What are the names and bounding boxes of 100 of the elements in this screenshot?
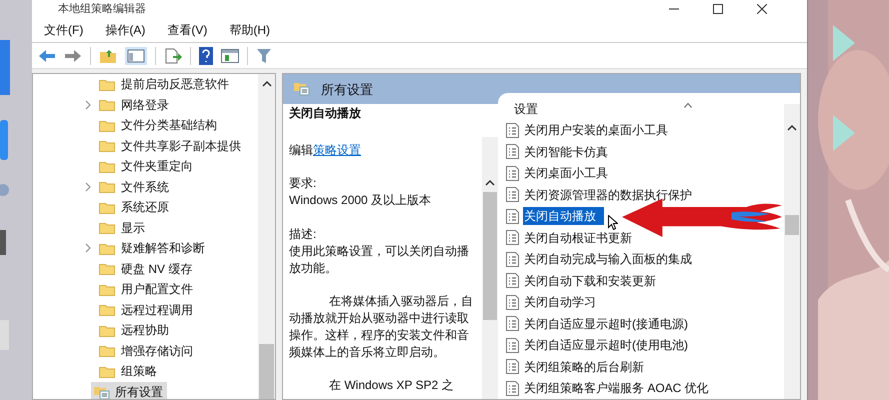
settings-list-item[interactable]: 关闭资源管理器的数据执行保护 (506, 184, 697, 206)
folder-icon (99, 221, 115, 234)
maximize-icon[interactable] (713, 4, 723, 14)
policy-title: 关闭自动播放 (289, 105, 362, 122)
tree-item-label: 文件分类基础结构 (121, 117, 217, 134)
settings-list-item[interactable]: 关闭用户安装的桌面小工具 (506, 120, 673, 141)
tree-item-label: 显示 (121, 220, 145, 237)
tree-item-label: 疑难解答和诊断 (121, 240, 205, 258)
menu-item[interactable]: 查看(V) (167, 21, 208, 39)
cursor-icon (608, 215, 618, 230)
settings-list-item[interactable]: 关闭自动完成与输入面板的集成 (506, 248, 697, 270)
chevron-right-icon[interactable] (85, 182, 91, 192)
scrollbar[interactable] (258, 74, 275, 399)
document-icon (506, 252, 519, 267)
tree-item[interactable]: 文件共享影子副本提供 (33, 136, 258, 156)
tree-item[interactable]: 用户配置文件 (33, 279, 258, 300)
document-icon (506, 359, 519, 374)
settings-list-item[interactable]: 关闭桌面小工具 (506, 162, 613, 184)
document-icon (506, 294, 519, 310)
settings-list-item[interactable]: 关闭自适应显示超时(接通电源) (506, 313, 693, 334)
tree-item-label: 文件夹重定向 (121, 158, 193, 176)
tree-item-label: 系统还原 (121, 199, 169, 216)
scroll-up-icon[interactable] (262, 80, 272, 87)
tree-item[interactable]: 提前启动反恶意软件 (33, 74, 258, 94)
settings-list-item[interactable]: 关闭自动学习 (506, 292, 601, 313)
folder-icon (99, 200, 115, 214)
policy-settings-link[interactable]: 策略设置 (313, 143, 361, 157)
scroll-up-icon[interactable] (787, 124, 797, 131)
menu-item[interactable]: 帮助(H) (229, 21, 270, 39)
tree-item-label: 用户配置文件 (121, 281, 193, 298)
tree-item[interactable]: 文件夹重定向 (33, 156, 258, 176)
window-title: 本地组策略编辑器 (58, 2, 146, 17)
settings-list-item[interactable]: 关闭自动下载和安装更新 (506, 270, 661, 292)
menu-item[interactable]: 文件(F) (44, 21, 84, 39)
tree-item[interactable]: 疑难解答和诊断 (33, 238, 258, 258)
chevron-right-icon[interactable] (85, 243, 91, 254)
scrollbar[interactable] (482, 137, 498, 399)
menu-item[interactable]: 操作(A) (105, 21, 146, 39)
tree-item-label: 增强存储访问 (121, 342, 193, 360)
close-icon[interactable] (757, 4, 767, 14)
settings-list-item[interactable]: 关闭自动根证书更新 (506, 227, 637, 248)
export-icon[interactable] (164, 48, 182, 64)
filter-icon[interactable] (256, 48, 272, 64)
requirement-text: Windows 2000 及以上版本 (289, 192, 432, 209)
folder-up-icon[interactable] (99, 48, 117, 64)
tree-item-label: 文件系统 (121, 178, 169, 196)
tree-item-label: 提前启动反恶意软件 (121, 76, 229, 94)
settings-folder-icon (293, 80, 311, 96)
document-icon (506, 338, 519, 353)
document-icon (506, 273, 519, 288)
folder-icon (99, 303, 115, 316)
tree-item[interactable]: 系统还原 (33, 197, 258, 218)
settings-list-item[interactable]: 关闭自适应显示超时(使用电池) (506, 334, 693, 356)
tree-item[interactable]: 网络登录 (33, 94, 258, 115)
tree-item[interactable]: 硬盘 NV 缓存 (33, 258, 258, 279)
document-icon (506, 166, 519, 181)
tree-item[interactable]: 文件分类基础结构 (33, 115, 258, 136)
folder-icon (99, 262, 115, 276)
tree-item[interactable]: 组策略 (33, 361, 258, 382)
tree-item[interactable]: 所有设置 (91, 382, 167, 399)
tree-item[interactable]: 文件系统 (33, 176, 258, 197)
console-tree-icon[interactable] (125, 46, 147, 64)
chevron-right-icon[interactable] (85, 100, 91, 110)
description-label: 描述: (289, 226, 318, 243)
settings-list-item[interactable]: 关闭智能卡仿真 (506, 141, 613, 162)
folder-icon (99, 180, 115, 194)
tree-item[interactable]: 显示 (33, 218, 258, 238)
document-icon (506, 122, 519, 138)
description-text: 使用此策略设置，可以关闭自动播放功能。 (289, 243, 470, 277)
column-header[interactable]: 设置 (506, 100, 538, 118)
scrollbar-thumb[interactable] (483, 192, 497, 320)
tree-item[interactable]: 远程过程调用 (33, 300, 258, 320)
edit-text: 编辑策略设置 (289, 142, 362, 159)
scrollbar-thumb[interactable] (259, 344, 274, 399)
tree-item-label: 所有设置 (115, 384, 163, 399)
description-text: 在将媒体插入驱动器后，自动播放就开始从驱动器中进行读取操作。这样，程序的安装文件和音频媒体上的音乐将立即启动。 (289, 293, 474, 361)
document-icon (506, 144, 519, 160)
back-icon[interactable] (38, 48, 56, 62)
settings-list-item[interactable]: 关闭组策略客户端服务 AOAC 优化 (506, 378, 714, 399)
folder-icon (99, 160, 115, 173)
folder-icon (99, 118, 115, 132)
scrollbar[interactable] (784, 104, 800, 399)
help-icon[interactable] (199, 46, 213, 64)
scroll-up-icon[interactable] (485, 179, 495, 186)
tree-item-label: 远程协助 (121, 322, 169, 340)
forward-icon[interactable] (64, 48, 82, 62)
tree-item[interactable]: 远程协助 (33, 320, 258, 340)
folder-icon (99, 242, 115, 255)
settings-list-item[interactable]: 关闭组策略的后台刷新 (506, 356, 649, 378)
folder-icon (99, 344, 115, 358)
tree-item[interactable]: 增强存储访问 (33, 340, 258, 361)
document-icon (506, 316, 519, 332)
tree-item-label: 网络登录 (121, 96, 169, 114)
folder-icon (99, 78, 115, 91)
scrollbar-thumb[interactable] (785, 215, 799, 235)
description-text: 在 Windows XP SP2 之 (328, 377, 454, 394)
tree-item-label: 文件共享影子副本提供 (121, 138, 241, 155)
document-icon (506, 380, 519, 396)
pane-icon[interactable] (221, 48, 239, 64)
panel-header-title: 所有设置 (321, 81, 373, 99)
